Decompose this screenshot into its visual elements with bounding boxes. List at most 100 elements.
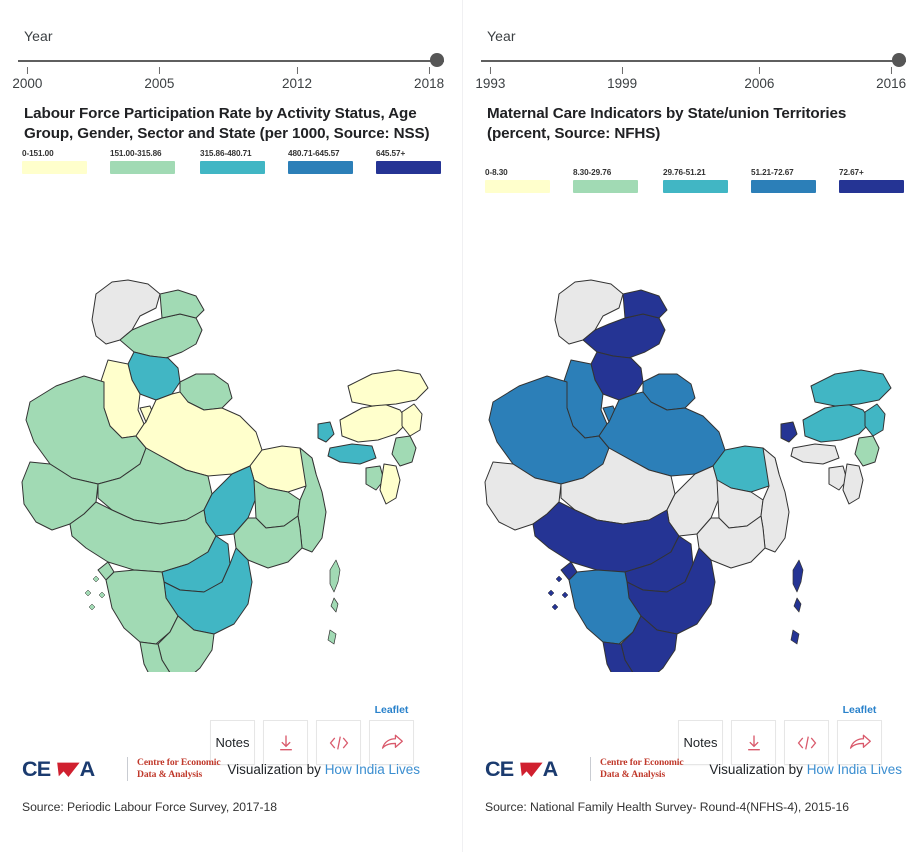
india-map-svg[interactable] xyxy=(463,252,924,672)
legend-label: 29.76-51.21 xyxy=(663,168,706,177)
legend-item[interactable]: 315.86-480.71 xyxy=(200,149,288,174)
embed-code-button[interactable] xyxy=(316,720,361,765)
tick-mark xyxy=(26,67,28,74)
ceda-wordmark-icon: CE A xyxy=(22,756,96,781)
source-note: Source: Periodic Labour Force Survey, 20… xyxy=(22,800,277,814)
logo-divider xyxy=(590,757,591,781)
notes-button[interactable]: Notes xyxy=(678,720,723,765)
year-slider-label: Year xyxy=(487,28,516,44)
region-nagaland[interactable] xyxy=(401,403,423,437)
visualization-credit: Visualization by How India Lives xyxy=(709,762,902,777)
legend-item[interactable]: 645.57+ xyxy=(376,149,446,174)
legend-item[interactable]: 0-151.00 xyxy=(22,149,110,174)
region-nagaland[interactable] xyxy=(864,403,886,437)
region-andaman-nicobar[interactable] xyxy=(327,559,341,645)
legend-swatch xyxy=(110,161,175,174)
ceda-logo[interactable]: CE A Centre for Economic Data & Analysis xyxy=(485,756,684,782)
choropleth-map-left[interactable] xyxy=(0,252,462,672)
ceda-tagline-line2: Data & Analysis xyxy=(137,769,203,780)
legend: 0-151.00 151.00-315.86 315.86-480.71 480… xyxy=(22,149,452,174)
slider-tick[interactable]: 2012 xyxy=(282,64,312,91)
embed-code-button[interactable] xyxy=(784,720,829,765)
legend-swatch xyxy=(573,180,638,193)
ceda-tagline-line1: Centre for Economic xyxy=(600,757,684,768)
ceda-tagline: Centre for Economic Data & Analysis xyxy=(137,757,221,781)
download-icon xyxy=(279,735,292,750)
india-map-svg[interactable] xyxy=(0,252,462,672)
leaflet-share-slot: Leaflet xyxy=(369,704,414,765)
tick-mark xyxy=(158,67,160,74)
ceda-tagline-line2: Data & Analysis xyxy=(600,769,666,780)
leaflet-attribution[interactable]: Leaflet xyxy=(375,704,409,716)
how-india-lives-link[interactable]: How India Lives xyxy=(807,762,902,777)
region-mizoram[interactable] xyxy=(379,463,401,505)
region-mizoram[interactable] xyxy=(842,463,864,505)
tick-mark xyxy=(890,67,892,74)
slider-tick[interactable]: 1993 xyxy=(475,64,505,91)
region-meghalaya[interactable] xyxy=(327,443,377,465)
choropleth-map-right[interactable] xyxy=(463,252,924,672)
legend-swatch xyxy=(376,161,441,174)
legend-swatch xyxy=(839,180,904,193)
code-embed-icon xyxy=(329,736,348,749)
year-slider-label: Year xyxy=(24,28,53,44)
region-ladakh-strip[interactable] xyxy=(622,289,668,319)
download-button[interactable] xyxy=(263,720,308,765)
slider-tick[interactable]: 2006 xyxy=(744,64,774,91)
tick-mark xyxy=(489,67,491,74)
slider-ticks: 2000 2005 2012 2018 xyxy=(12,64,444,96)
legend-swatch xyxy=(663,180,728,193)
how-india-lives-link[interactable]: How India Lives xyxy=(325,762,420,777)
region-westbengal[interactable] xyxy=(760,447,790,553)
code-embed-icon xyxy=(797,736,816,749)
year-slider-left[interactable]: Year 2000 2005 2012 2018 xyxy=(0,28,462,96)
legend-item[interactable]: 8.30-29.76 xyxy=(573,168,663,193)
dual-map-dashboard: Year 2000 2005 2012 2018 Labour Force Pa… xyxy=(0,0,924,852)
legend-item[interactable]: 151.00-315.86 xyxy=(110,149,200,174)
map-toolbar[interactable]: Notes Leaflet xyxy=(678,704,882,765)
credit-prefix: Visualization by xyxy=(227,762,325,777)
leaflet-attribution[interactable]: Leaflet xyxy=(843,704,877,716)
map-toolbar[interactable]: Notes Leaflet xyxy=(210,704,414,765)
legend-item[interactable]: 0-8.30 xyxy=(485,168,573,193)
slider-tick[interactable]: 2000 xyxy=(12,64,42,91)
slider-tick[interactable]: 2005 xyxy=(144,64,174,91)
region-arunachal[interactable] xyxy=(810,369,892,407)
slider-tick[interactable]: 2018 xyxy=(414,64,444,91)
region-westbengal[interactable] xyxy=(297,447,327,553)
source-note: Source: National Family Health Survey- R… xyxy=(485,800,849,814)
svg-text:A: A xyxy=(80,756,96,781)
legend-label: 151.00-315.86 xyxy=(110,149,162,158)
region-sikkim[interactable] xyxy=(780,421,798,443)
tick-mark xyxy=(428,67,430,74)
legend-item[interactable]: 51.21-72.67 xyxy=(751,168,839,193)
region-ladakh-strip[interactable] xyxy=(159,289,205,319)
region-assam[interactable] xyxy=(339,403,409,443)
region-manipur[interactable] xyxy=(391,435,417,467)
slider-tick[interactable]: 1999 xyxy=(607,64,637,91)
legend-item[interactable]: 72.67+ xyxy=(839,168,909,193)
region-arunachal[interactable] xyxy=(347,369,429,407)
legend-swatch xyxy=(22,161,87,174)
ceda-wordmark-icon: CE A xyxy=(485,756,559,781)
region-lakshadweep[interactable] xyxy=(547,575,569,611)
region-lakshadweep[interactable] xyxy=(84,575,106,611)
region-manipur[interactable] xyxy=(854,435,880,467)
legend-label: 0-8.30 xyxy=(485,168,508,177)
ceda-logo[interactable]: CE A Centre for Economic Data & Analysis xyxy=(22,756,221,782)
svg-text:CE: CE xyxy=(485,756,514,781)
visualization-credit: Visualization by How India Lives xyxy=(227,762,420,777)
slider-tick[interactable]: 2016 xyxy=(876,64,906,91)
download-button[interactable] xyxy=(731,720,776,765)
legend-item[interactable]: 480.71-645.57 xyxy=(288,149,376,174)
region-meghalaya[interactable] xyxy=(790,443,840,465)
region-andaman-nicobar[interactable] xyxy=(790,559,804,645)
share-button[interactable] xyxy=(837,720,882,765)
region-assam[interactable] xyxy=(802,403,872,443)
legend-label: 0-151.00 xyxy=(22,149,54,158)
year-slider-right[interactable]: Year 1993 1999 2006 2016 xyxy=(463,28,924,96)
region-sikkim[interactable] xyxy=(317,421,335,443)
slider-ticks: 1993 1999 2006 2016 xyxy=(475,64,906,96)
legend-item[interactable]: 29.76-51.21 xyxy=(663,168,751,193)
share-button[interactable] xyxy=(369,720,414,765)
